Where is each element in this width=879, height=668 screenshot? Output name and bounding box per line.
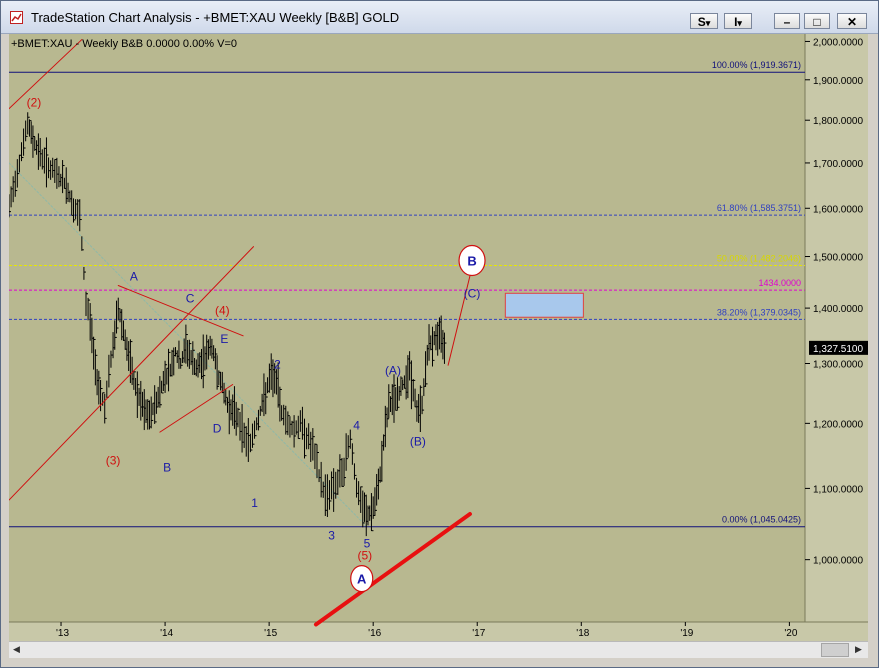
wave-label: (C)	[464, 286, 481, 300]
x-tick-label: '13	[56, 628, 69, 639]
close-button[interactable]: ✕	[837, 13, 867, 29]
window-title: TradeStation Chart Analysis - +BMET:XAU …	[31, 10, 400, 25]
horizontal-scrollbar[interactable]: ◀ ▶	[9, 641, 868, 658]
last-price-label: 1,327.5100	[813, 344, 863, 355]
fib-level-label: 61.80% (1,585.3751)	[717, 203, 801, 213]
y-tick-label: 1,200.0000	[813, 419, 863, 430]
scroll-left-icon[interactable]: ◀	[9, 642, 24, 657]
fib-level-label: 0.00% (1,045.0425)	[722, 515, 801, 525]
x-tick-label: '15	[264, 628, 277, 639]
chevron-down-icon: ▾	[737, 18, 742, 28]
y-tick-label: 1,700.0000	[813, 159, 863, 170]
chart-app-icon	[10, 11, 23, 24]
chart-area[interactable]: 100.00% (1,919.3671) 61.80% (1,585.3751) 5…	[8, 34, 868, 642]
i-menu-button[interactable]: I▾	[724, 13, 752, 29]
y-tick-label: 1,500.0000	[813, 253, 863, 264]
symbol-label: +BMET:XAU - Weekly B&B 0.0000 0.00% V=0	[11, 38, 237, 50]
x-tick-label: '14	[160, 628, 173, 639]
y-tick-label: 1,000.0000	[813, 556, 863, 567]
fib-level-label: 100.00% (1,919.3671)	[712, 60, 801, 70]
fib-level-label: 38.20% (1,379.0345)	[717, 307, 801, 317]
wave-label: C	[186, 291, 195, 305]
y-tick-label: 1,600.0000	[813, 204, 863, 215]
x-tick-label: '16	[368, 628, 381, 639]
x-tick-label: '19	[680, 628, 693, 639]
s-menu-button[interactable]: S▾	[690, 13, 718, 29]
target-box	[504, 292, 584, 318]
chevron-down-icon: ▾	[705, 18, 711, 28]
x-tick-label: '18	[576, 628, 589, 639]
s-button-label: S	[697, 15, 706, 29]
wave-label: 1	[251, 496, 258, 510]
wave-label: (B)	[410, 434, 426, 448]
target-zone	[504, 292, 584, 318]
wave-label: B	[163, 460, 171, 474]
wave-label: B	[467, 254, 476, 269]
fib-level-label: 50.00% (1,482.2046)	[717, 253, 801, 263]
x-tick-label: '17	[472, 628, 485, 639]
wave-label: 2	[274, 358, 281, 372]
y-tick-label: 1,100.0000	[813, 484, 863, 495]
price-chart[interactable]: 100.00% (1,919.3671) 61.80% (1,585.3751) 5…	[8, 34, 868, 642]
wave-label: D	[213, 422, 222, 436]
minimize-button[interactable]: –	[774, 13, 800, 29]
wave-label: (A)	[385, 363, 401, 377]
plot-background	[9, 34, 805, 622]
last-price-marker: 1,327.5100	[809, 340, 868, 355]
time-axis[interactable]	[9, 622, 868, 642]
y-tick-label: 1,400.0000	[813, 304, 863, 315]
x-tick-label: '20	[784, 628, 797, 639]
y-tick-label: 1,900.0000	[813, 76, 863, 87]
wave-label: 3	[328, 529, 335, 543]
y-tick-label: 1,300.0000	[813, 360, 863, 371]
wave-label: E	[220, 332, 228, 346]
maximize-button[interactable]: □	[804, 13, 830, 29]
wave-label: (2)	[27, 96, 42, 110]
wave-label: (4)	[215, 304, 230, 318]
scroll-thumb[interactable]	[821, 643, 849, 657]
wave-label: A	[130, 270, 138, 284]
wave-label: (5)	[358, 548, 373, 562]
chart-window: TradeStation Chart Analysis - +BMET:XAU …	[0, 0, 879, 668]
fib-level-label: 1434.0000	[758, 278, 801, 288]
title-bar[interactable]: TradeStation Chart Analysis - +BMET:XAU …	[1, 1, 878, 34]
y-tick-label: 2,000.0000	[813, 37, 863, 48]
wave-label: A	[357, 572, 367, 587]
scroll-right-icon[interactable]: ▶	[851, 642, 866, 657]
y-tick-label: 1,800.0000	[813, 116, 863, 127]
wave-label: (3)	[106, 454, 121, 468]
wave-label: 4	[353, 419, 360, 433]
